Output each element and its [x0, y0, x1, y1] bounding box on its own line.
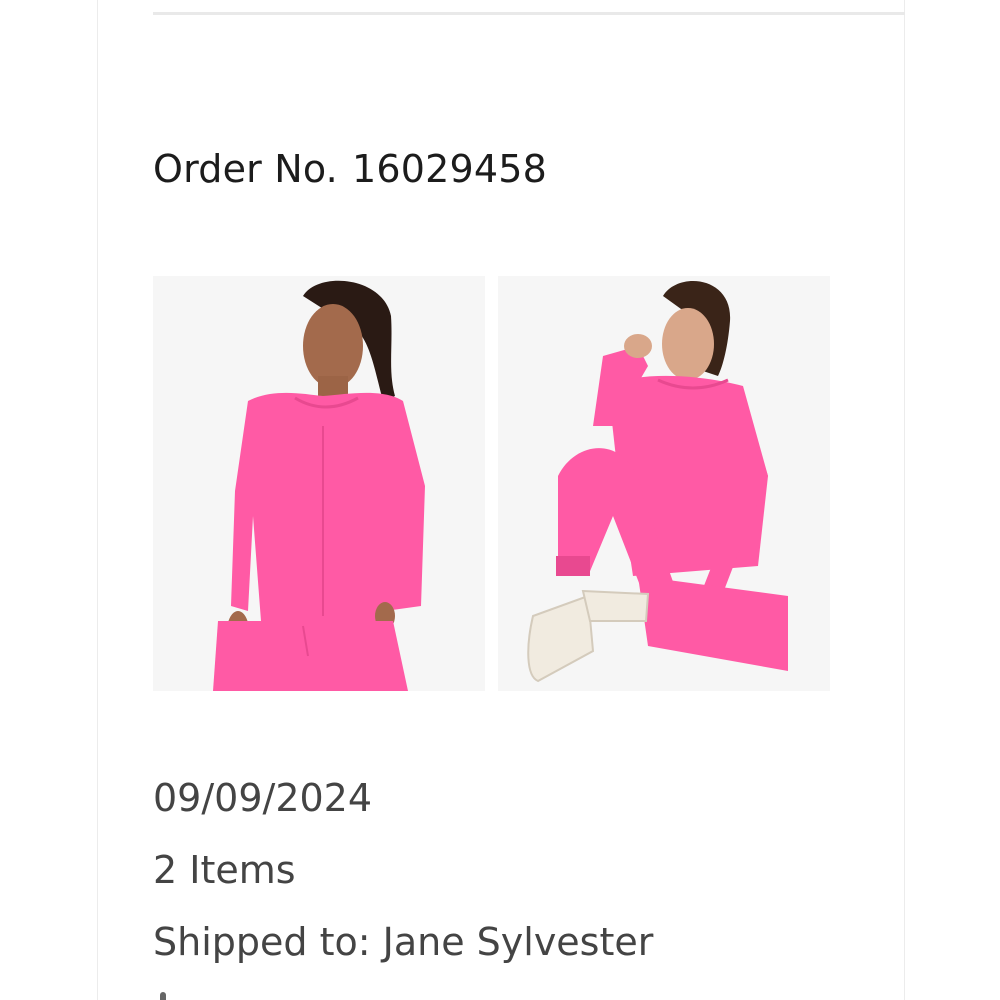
order-label: Order No. — [153, 147, 338, 191]
order-date: 09/09/2024 — [153, 776, 373, 820]
product-image-top[interactable] — [153, 276, 485, 691]
product-image-set[interactable] — [498, 276, 830, 691]
top-divider — [153, 12, 905, 15]
truncated-text-glyph — [160, 992, 166, 1000]
pink-top-and-jogger-photo-icon — [498, 276, 830, 691]
shipped-to: Shipped to: Jane Sylvester — [153, 920, 654, 964]
items-count: 2 Items — [153, 848, 296, 892]
order-number-heading: Order No. 16029458 — [153, 147, 547, 191]
order-number: 16029458 — [351, 147, 547, 191]
pink-long-sleeve-top-photo-icon — [153, 276, 485, 691]
